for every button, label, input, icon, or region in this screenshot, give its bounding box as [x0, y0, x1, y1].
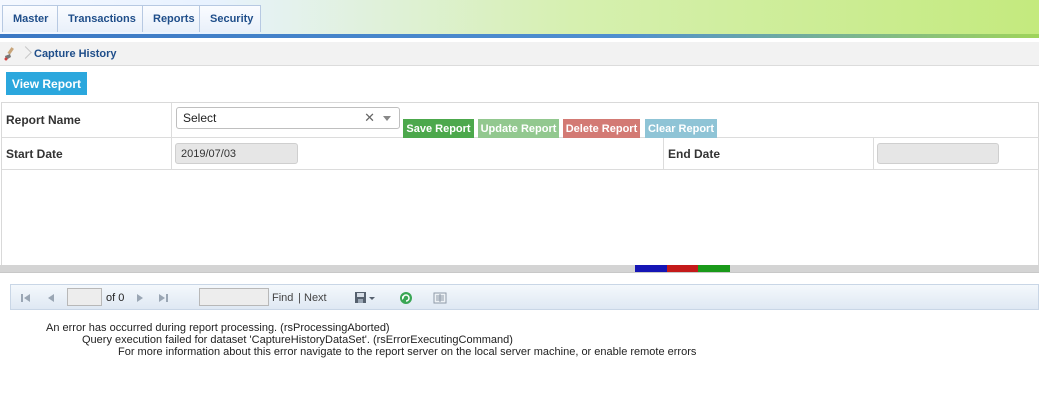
first-page-icon[interactable]	[19, 291, 33, 305]
tab-reports[interactable]: Reports	[142, 5, 199, 32]
date-row: Start Date 2019/07/03 End Date	[2, 138, 1039, 170]
find-text-input[interactable]	[199, 288, 269, 306]
splitter-handle-red[interactable]	[667, 265, 698, 272]
find-separator: |	[298, 292, 301, 304]
report-select-value: Select	[183, 111, 217, 125]
start-date-label: Start Date	[2, 138, 172, 169]
end-date-label: End Date	[663, 138, 874, 169]
tab-security[interactable]: Security	[199, 5, 261, 32]
brush-icon	[2, 46, 18, 62]
splitter-handle-blue[interactable]	[635, 265, 667, 272]
save-export-icon[interactable]	[354, 291, 376, 305]
splitter-handle-green[interactable]	[698, 265, 730, 272]
report-name-row: Report Name Select ✕ Save Report Update …	[2, 103, 1039, 138]
clear-selection-icon[interactable]: ✕	[364, 110, 375, 126]
next-page-icon[interactable]	[133, 291, 147, 305]
tab-transactions[interactable]: Transactions	[57, 5, 142, 32]
refresh-icon[interactable]	[399, 291, 413, 305]
print-layout-icon[interactable]	[433, 291, 447, 305]
delete-report-button[interactable]: Delete Report	[563, 119, 640, 138]
page-number-input[interactable]	[67, 288, 102, 306]
find-link[interactable]: Find	[272, 292, 293, 304]
breadcrumb: Capture History	[0, 42, 1039, 66]
view-report-button[interactable]: View Report	[6, 72, 87, 95]
error-message-line: An error has occurred during report proc…	[46, 322, 390, 334]
breadcrumb-separator	[20, 42, 28, 66]
save-report-button[interactable]: Save Report	[403, 119, 474, 138]
page-count-label: of 0	[106, 292, 125, 304]
error-message-line: For more information about this error na…	[118, 346, 697, 358]
last-page-icon[interactable]	[156, 291, 170, 305]
report-name-label: Report Name	[2, 103, 172, 137]
next-link[interactable]: Next	[304, 292, 327, 304]
report-name-select[interactable]: Select ✕	[176, 107, 400, 129]
report-form: Report Name Select ✕ Save Report Update …	[1, 102, 1039, 270]
tab-master[interactable]: Master	[2, 5, 57, 32]
page-title[interactable]: Capture History	[34, 48, 117, 60]
nav-underline	[0, 34, 1039, 38]
end-date-field[interactable]	[877, 143, 999, 164]
main-tabs: Master Transactions Reports Security	[2, 5, 261, 32]
chevron-down-icon[interactable]	[383, 116, 391, 121]
previous-page-icon[interactable]	[44, 291, 58, 305]
clear-report-button[interactable]: Clear Report	[645, 119, 717, 138]
start-date-field[interactable]: 2019/07/03	[175, 143, 298, 164]
pane-splitter[interactable]	[0, 265, 1039, 272]
error-message-line: Query execution failed for dataset 'Capt…	[82, 334, 513, 346]
update-report-button[interactable]: Update Report	[478, 119, 559, 138]
viewer-toolbar: of 0 Find | Next	[10, 284, 1039, 310]
top-nav-bar: Master Transactions Reports Security	[0, 0, 1039, 38]
